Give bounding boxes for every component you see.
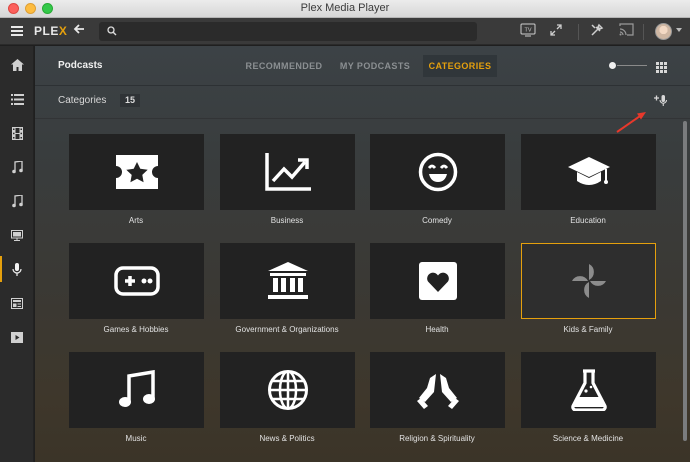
top-bar: PLEX TV — [0, 18, 690, 45]
sidebar-item-music[interactable] — [0, 150, 34, 184]
category-label: Business — [270, 216, 304, 225]
tv-mode-icon[interactable]: TV — [520, 23, 536, 42]
category-label: Education — [570, 216, 606, 225]
settings-tools-icon[interactable] — [590, 23, 604, 42]
category-label: Comedy — [422, 216, 452, 225]
main-content: Podcasts RECOMMENDED MY PODCASTS CATEGOR… — [35, 46, 690, 462]
music-note-icon — [11, 160, 23, 173]
sidebar — [0, 46, 34, 462]
smile-icon — [418, 152, 457, 192]
category-grid: Arts Business Comedy Education Games & H… — [35, 46, 690, 462]
graduation-cap-icon — [567, 157, 610, 185]
toolbar-divider — [578, 24, 579, 40]
category-label: Games & Hobbies — [103, 325, 169, 334]
sidebar-item-podcasts[interactable] — [0, 252, 34, 286]
category-tile-arts[interactable] — [69, 134, 204, 210]
ticket-star-icon — [115, 155, 158, 189]
category-label: Music — [125, 434, 147, 443]
category-tile-games-hobbies[interactable] — [69, 243, 204, 319]
category-tile-religion[interactable] — [370, 352, 505, 428]
sidebar-item-home[interactable] — [0, 48, 34, 82]
flask-icon — [570, 369, 607, 411]
toolbar-divider — [643, 24, 644, 40]
film-icon — [11, 126, 23, 140]
category-tile-education[interactable] — [521, 134, 656, 210]
category-tile-news-politics[interactable] — [220, 352, 355, 428]
microphone-icon — [12, 262, 22, 276]
praying-hands-icon — [416, 374, 459, 409]
sidebar-item-lists[interactable] — [0, 82, 34, 116]
fullscreen-icon[interactable] — [549, 23, 563, 42]
annotation-arrow-icon — [616, 112, 646, 133]
category-label: Government & Organizations — [235, 325, 339, 334]
category-label: Health — [425, 325, 449, 334]
category-label: News & Politics — [259, 434, 315, 443]
category-label: Science & Medicine — [552, 434, 624, 443]
category-label: Religion & Spirituality — [399, 434, 475, 443]
category-tile-comedy[interactable] — [370, 134, 505, 210]
news-icon — [11, 297, 23, 309]
window-title: Plex Media Player — [300, 2, 390, 14]
sidebar-item-music-2[interactable] — [0, 184, 34, 218]
search-icon — [107, 26, 117, 36]
back-arrow-icon[interactable] — [73, 22, 85, 38]
building-columns-icon — [267, 262, 308, 299]
category-tile-government[interactable] — [220, 243, 355, 319]
sidebar-item-tv[interactable] — [0, 218, 34, 252]
search-input[interactable] — [99, 22, 477, 41]
user-avatar[interactable] — [655, 23, 672, 40]
category-tile-health[interactable] — [370, 243, 505, 319]
svg-text:TV: TV — [524, 28, 531, 34]
chart-up-icon — [264, 153, 311, 191]
music-notes-icon — [11, 194, 23, 207]
category-tile-business[interactable] — [220, 134, 355, 210]
sidebar-item-news[interactable] — [0, 286, 34, 320]
pinwheel-icon — [571, 264, 606, 298]
gamepad-icon — [113, 266, 160, 296]
menu-icon[interactable] — [11, 26, 23, 36]
category-tile-kids-family[interactable] — [521, 243, 656, 319]
music-note-icon — [118, 370, 155, 407]
play-icon — [11, 331, 23, 343]
globe-icon — [267, 370, 308, 410]
window-titlebar: Plex Media Player — [0, 0, 690, 18]
content-scrollbar[interactable] — [683, 121, 687, 441]
list-icon — [10, 93, 24, 105]
category-label: Arts — [128, 216, 144, 225]
heart-icon — [418, 262, 457, 300]
category-tile-science[interactable] — [521, 352, 656, 428]
home-icon — [10, 59, 24, 71]
sidebar-item-videos[interactable] — [0, 320, 34, 354]
category-label: Kids & Family — [563, 325, 613, 334]
monitor-icon — [11, 229, 23, 241]
chevron-down-icon[interactable] — [676, 28, 682, 32]
plex-logo[interactable]: PLEX — [34, 24, 67, 38]
cast-icon[interactable] — [619, 23, 634, 41]
category-tile-music[interactable] — [69, 352, 204, 428]
sidebar-item-movies[interactable] — [0, 116, 34, 150]
